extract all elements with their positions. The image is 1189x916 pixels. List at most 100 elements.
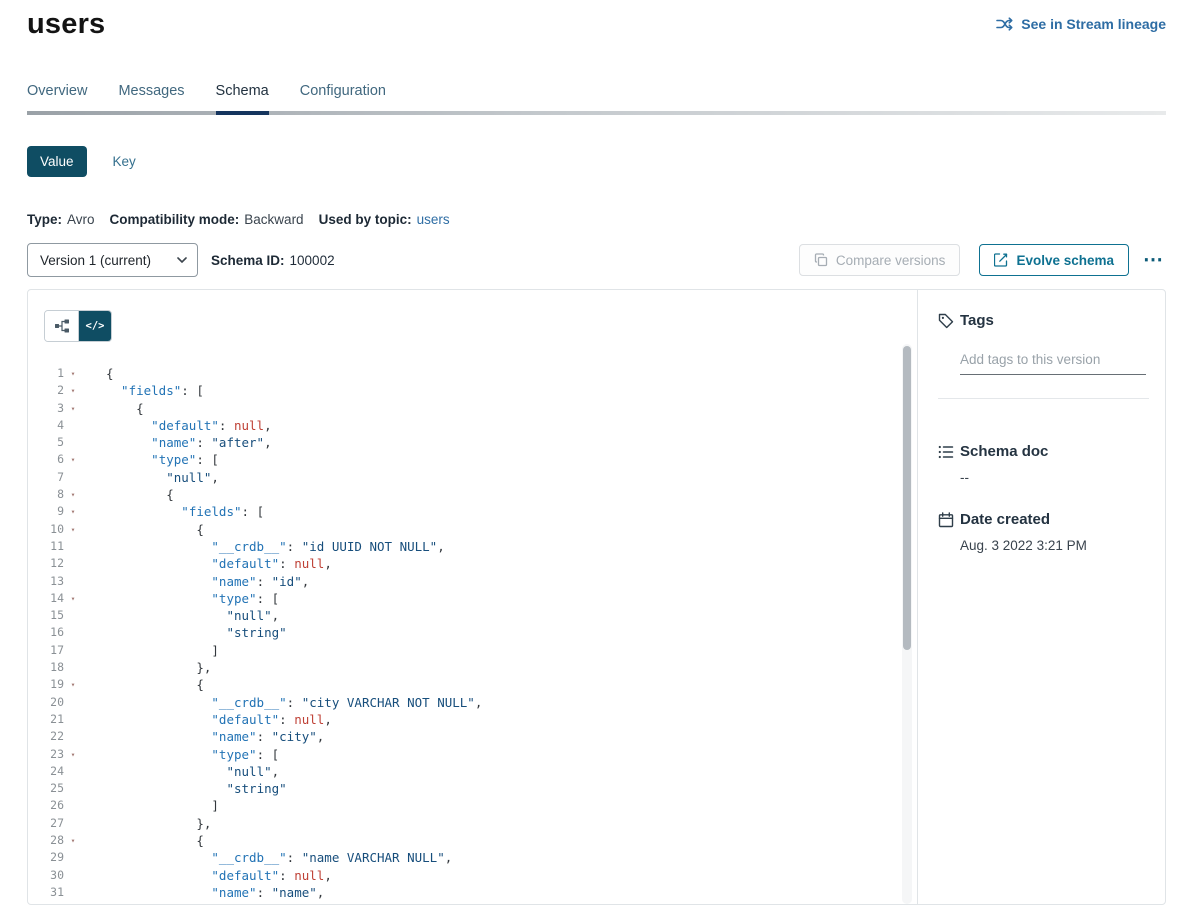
code-line: 21"default": null, [28, 711, 917, 728]
code-line: 24"null", [28, 763, 917, 780]
fold-spacer [64, 624, 82, 641]
code-text: { [82, 400, 144, 417]
evolve-schema-label: Evolve schema [1016, 253, 1114, 268]
schema-controls-row: Version 1 (current) Schema ID: 100002 Co… [27, 243, 1166, 277]
code-text: "__crdb__": "name VARCHAR NULL", [82, 849, 452, 866]
code-text: "null", [82, 763, 279, 780]
tab-schema[interactable]: Schema [216, 83, 269, 111]
code-line: 19▾{ [28, 676, 917, 693]
more-options-button[interactable]: ⋯ [1141, 250, 1166, 270]
code-line: 18}, [28, 659, 917, 676]
fold-spacer [64, 538, 82, 555]
date-created-title: Date created [960, 511, 1050, 528]
tags-title: Tags [960, 312, 994, 329]
type-value: Avro [67, 212, 95, 227]
tree-view-button[interactable] [45, 311, 78, 341]
line-number: 17 [28, 642, 64, 659]
code-text: "name": "city", [82, 728, 324, 745]
code-line: 32▾"type": [ [28, 901, 917, 904]
code-line: 23▾"type": [ [28, 746, 917, 763]
editor-scrollbar[interactable] [902, 344, 912, 904]
compare-icon [814, 253, 828, 267]
schema-details-sidebar: Tags Schema doc -- [917, 290, 1165, 904]
code-text: { [82, 832, 204, 849]
date-created-title-row: Date created [938, 511, 1149, 528]
code-line: 10▾{ [28, 521, 917, 538]
page-title: users [27, 8, 105, 41]
tab-overview[interactable]: Overview [27, 83, 87, 111]
line-number: 8 [28, 486, 64, 503]
topic-link[interactable]: users [417, 212, 450, 227]
line-number: 15 [28, 607, 64, 624]
fold-spacer [64, 417, 82, 434]
fold-toggle-icon[interactable]: ▾ [64, 503, 82, 520]
tag-icon [938, 313, 954, 329]
fold-spacer [64, 434, 82, 451]
version-select[interactable]: Version 1 (current) [27, 243, 198, 277]
lineage-icon [996, 17, 1013, 31]
code-line: 20"__crdb__": "city VARCHAR NOT NULL", [28, 694, 917, 711]
fold-spacer [64, 815, 82, 832]
code-line: 11"__crdb__": "id UUID NOT NULL", [28, 538, 917, 555]
tab-messages[interactable]: Messages [118, 83, 184, 111]
fold-toggle-icon[interactable]: ▾ [64, 382, 82, 399]
fold-spacer [64, 555, 82, 572]
code-line: 6▾"type": [ [28, 451, 917, 468]
code-text: "default": null, [82, 867, 332, 884]
type-label: Type: [27, 212, 62, 227]
schema-doc-icon [938, 444, 954, 460]
line-number: 21 [28, 711, 64, 728]
line-number: 14 [28, 590, 64, 607]
tab-bar: Overview Messages Schema Configuration [27, 83, 1166, 111]
code-view-button[interactable]: </> [78, 311, 111, 341]
schema-page: users See in Stream lineage Overview Mes… [0, 0, 1189, 905]
line-number: 9 [28, 503, 64, 520]
code-text: "null", [82, 469, 219, 486]
code-line: 27}, [28, 815, 917, 832]
schema-doc-section: Schema doc -- [938, 443, 1149, 485]
key-toggle-button[interactable]: Key [113, 154, 136, 169]
line-number: 6 [28, 451, 64, 468]
line-number: 11 [28, 538, 64, 555]
compare-versions-button[interactable]: Compare versions [799, 244, 961, 276]
code-editor-lines[interactable]: 1▾{2▾"fields": [3▾{4"default": null,5"na… [28, 365, 917, 904]
code-text: "fields": [ [82, 503, 264, 520]
fold-toggle-icon[interactable]: ▾ [64, 365, 82, 382]
fold-toggle-icon[interactable]: ▾ [64, 901, 82, 904]
fold-spacer [64, 642, 82, 659]
tab-configuration[interactable]: Configuration [300, 83, 386, 111]
code-line: 1▾{ [28, 365, 917, 382]
code-text: { [82, 521, 204, 538]
lineage-link-label: See in Stream lineage [1021, 16, 1166, 32]
line-number: 19 [28, 676, 64, 693]
value-key-toggle: Value Key [27, 146, 1166, 177]
compatibility-label: Compatibility mode: [110, 212, 240, 227]
code-line: 17] [28, 642, 917, 659]
value-toggle-button[interactable]: Value [27, 146, 87, 177]
fold-toggle-icon[interactable]: ▾ [64, 590, 82, 607]
fold-toggle-icon[interactable]: ▾ [64, 521, 82, 538]
code-line: 2▾"fields": [ [28, 382, 917, 399]
fold-toggle-icon[interactable]: ▾ [64, 676, 82, 693]
schema-doc-value: -- [960, 470, 1149, 485]
add-tags-input[interactable] [960, 348, 1146, 375]
line-number: 18 [28, 659, 64, 676]
type-meta: Type: Avro [27, 212, 95, 227]
line-number: 26 [28, 797, 64, 814]
fold-toggle-icon[interactable]: ▾ [64, 832, 82, 849]
code-view-icon: </> [86, 320, 105, 332]
editor-scrollbar-thumb[interactable] [903, 346, 911, 650]
fold-toggle-icon[interactable]: ▾ [64, 486, 82, 503]
fold-toggle-icon[interactable]: ▾ [64, 451, 82, 468]
sidebar-divider [938, 398, 1149, 399]
fold-toggle-icon[interactable]: ▾ [64, 400, 82, 417]
stream-lineage-link[interactable]: See in Stream lineage [996, 16, 1166, 32]
fold-toggle-icon[interactable]: ▾ [64, 746, 82, 763]
fold-spacer [64, 867, 82, 884]
fold-spacer [64, 763, 82, 780]
line-number: 16 [28, 624, 64, 641]
evolve-schema-button[interactable]: Evolve schema [979, 244, 1129, 276]
line-number: 29 [28, 849, 64, 866]
line-number: 13 [28, 573, 64, 590]
used-by-topic-meta: Used by topic: users [319, 212, 450, 227]
